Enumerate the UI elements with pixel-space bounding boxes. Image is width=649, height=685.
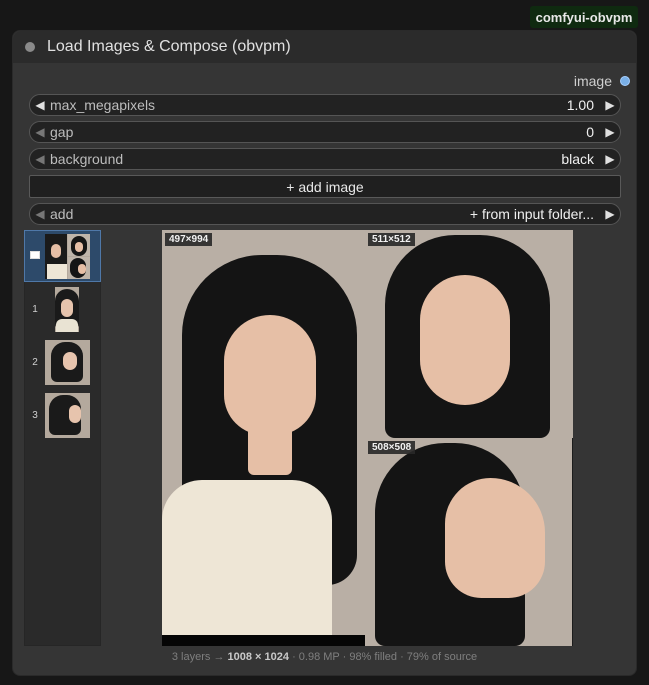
- layer-thumbnail-list[interactable]: 1 2 3: [24, 230, 101, 646]
- thumbnail-image: [55, 286, 79, 332]
- preview-tile-3: 508×508: [365, 438, 572, 646]
- widget-label: add: [50, 206, 74, 222]
- previous-arrow-icon[interactable]: ◀: [30, 152, 50, 166]
- thumbnail-layer-3[interactable]: 3: [25, 390, 100, 440]
- widget-label: background: [50, 151, 124, 167]
- next-arrow-icon[interactable]: ▶: [600, 207, 620, 221]
- thumbnail-layer-1[interactable]: 1: [25, 284, 100, 334]
- preview-tile-1: 497×994: [162, 230, 365, 635]
- thumbnail-index: [25, 250, 45, 262]
- node-badge: comfyui-obvpm: [530, 6, 638, 28]
- thumbnail-image: [45, 392, 90, 438]
- composite-icon: [30, 250, 40, 259]
- gap-widget[interactable]: ◀ gap 0 ▶: [29, 121, 621, 143]
- increment-arrow-icon[interactable]: ▶: [600, 98, 620, 112]
- thumbnail-image: [45, 233, 90, 279]
- decrement-arrow-icon[interactable]: ◀: [30, 125, 50, 139]
- thumbnail-index: 1: [32, 303, 38, 315]
- background-widget[interactable]: ◀ background black ▶: [29, 148, 621, 170]
- output-dimensions: 1008 × 1024: [227, 651, 289, 663]
- tile-size-label: 497×994: [165, 233, 213, 246]
- widget-label: max_megapixels: [50, 97, 156, 113]
- thumbnail-index: 3: [32, 409, 38, 421]
- output-image-slot[interactable]: image: [574, 73, 630, 89]
- widget-value[interactable]: black: [561, 151, 594, 167]
- widget-value[interactable]: 0: [586, 124, 594, 140]
- output-connector-icon[interactable]: [620, 76, 630, 86]
- decrement-arrow-icon[interactable]: ◀: [30, 98, 50, 112]
- tile-size-label: 511×512: [368, 233, 415, 246]
- preview-tile-2: 511×512: [365, 230, 573, 438]
- thumbnail-composite[interactable]: [24, 230, 101, 282]
- add-image-button[interactable]: + add image: [29, 175, 621, 198]
- increment-arrow-icon[interactable]: ▶: [600, 125, 620, 139]
- thumbnail-image: [45, 339, 90, 385]
- layer-count: 3 layers →: [171, 651, 225, 663]
- node-header[interactable]: Load Images & Compose (obvpm): [13, 31, 636, 63]
- composite-stats: · 0.98 MP · 98% filled · 79% of source: [292, 651, 478, 663]
- next-arrow-icon[interactable]: ▶: [600, 152, 620, 166]
- empty-fill-area: [162, 635, 365, 646]
- add-combo-widget[interactable]: ◀ add + from input folder... ▶: [29, 203, 621, 225]
- widget-value[interactable]: 1.00: [567, 97, 594, 113]
- thumbnail-index: 2: [32, 356, 38, 368]
- widget-label: gap: [50, 124, 74, 140]
- collapse-dot-icon[interactable]: [25, 42, 35, 52]
- composite-preview: 497×994 511×512 508×508: [162, 230, 573, 646]
- widget-value[interactable]: + from input folder...: [470, 206, 594, 222]
- thumbnail-layer-2[interactable]: 2: [25, 337, 100, 387]
- tile-size-label: 508×508: [368, 441, 416, 454]
- composite-info: 3 layers → 1008 × 1024 · 0.98 MP · 98% f…: [13, 651, 636, 663]
- node-title: Load Images & Compose (obvpm): [47, 38, 291, 55]
- max-megapixels-widget[interactable]: ◀ max_megapixels 1.00 ▶: [29, 94, 621, 116]
- node-panel[interactable]: Load Images & Compose (obvpm) image ◀ ma…: [12, 30, 637, 676]
- previous-arrow-icon[interactable]: ◀: [30, 207, 50, 221]
- output-label: image: [573, 73, 612, 89]
